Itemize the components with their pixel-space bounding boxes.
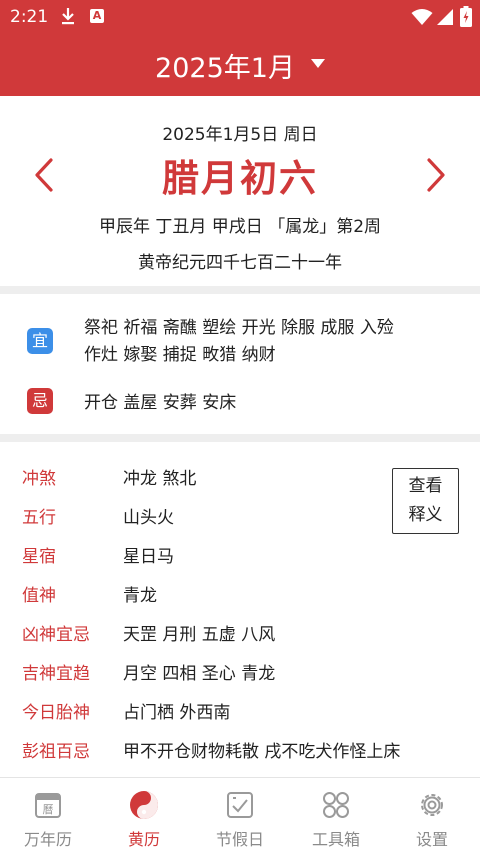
section-divider [0, 286, 480, 294]
nav-label: 工具箱 [311, 830, 360, 849]
signal-icon [437, 9, 453, 25]
yin-yang-icon [130, 791, 158, 819]
lunar-date: 腊月初六 [162, 157, 318, 200]
detail-value: 冲龙 煞北 [123, 469, 197, 489]
holiday-check-icon [227, 792, 253, 818]
detail-value: 月空 四相 圣心 青龙 [123, 664, 276, 684]
detail-value: 星日马 [123, 547, 174, 567]
toolbox-grid-icon [323, 792, 349, 818]
ji-activities: 开仓 盖屋 安葬 安床 [84, 393, 237, 413]
nav-label: 黄历 [127, 830, 160, 849]
detail-value: 占门栖 外西南 [123, 703, 231, 723]
wifi-icon [411, 9, 433, 25]
detail-row-pengzu: 彭祖百忌 甲不开仓财物耗散 戌不吃犬作怪上床 [0, 727, 480, 765]
detail-key: 吉神宜趋 [22, 664, 90, 684]
battery-icon [460, 6, 472, 27]
bottom-nav: 曆 万年历 黄历 节假日 工具箱 设置 [0, 777, 480, 853]
detail-row-zhishen: 值神 青龙 [0, 571, 480, 609]
app-header: 2:21 A 2025年1月 [0, 0, 480, 96]
nav-item-huangli[interactable]: 黄历 [96, 778, 192, 853]
month-selector[interactable]: 2025年1月 [0, 46, 480, 85]
month-title-label: 2025年1月 [155, 53, 295, 84]
solar-date: 2025年1月5日 周日 [162, 125, 318, 145]
detail-row-xingxiu: 星宿 星日马 [0, 532, 480, 570]
nav-item-wannianli[interactable]: 曆 万年历 [0, 778, 96, 853]
status-time: 2:21 [10, 7, 49, 27]
detail-key: 彭祖百忌 [22, 742, 90, 762]
detail-row-xiongshen: 凶神宜忌 天罡 月刑 五虚 八风 [0, 610, 480, 648]
nav-label: 设置 [415, 830, 448, 849]
detail-value: 甲不开仓财物耗散 戌不吃犬作怪上床 [123, 742, 401, 762]
ji-badge: 忌 [27, 388, 53, 414]
nav-label: 节假日 [215, 830, 264, 849]
huangdi-era: 黄帝纪元四千七百二十一年 [138, 253, 342, 273]
yi-ji-section: 宜 祭祀 祈福 斋醮 塑绘 开光 除服 成服 入殓 作灶 嫁娶 捕捉 畋猎 纳财… [0, 294, 480, 434]
next-day-arrow-icon[interactable] [426, 158, 446, 192]
view-explanation-button[interactable]: 查看 释义 [392, 468, 459, 534]
detail-key: 星宿 [22, 547, 56, 567]
dropdown-caret-icon [310, 59, 325, 68]
detail-value: 天罡 月刑 五虚 八风 [123, 625, 276, 645]
detail-row-taishen: 今日胎神 占门栖 外西南 [0, 688, 480, 726]
date-header: 2025年1月5日 周日 腊月初六 甲辰年 丁丑月 甲戌日 「属龙」第2周 黄帝… [0, 96, 480, 286]
nav-item-toolbox[interactable]: 工具箱 [288, 778, 384, 853]
download-icon [62, 8, 74, 25]
explain-button-line2: 释义 [408, 505, 443, 525]
explain-button-line1: 查看 [408, 476, 443, 496]
ganzhi-info: 甲辰年 丁丑月 甲戌日 「属龙」第2周 [98, 217, 382, 237]
a-app-icon: A [90, 9, 104, 23]
detail-value: 青龙 [123, 586, 157, 606]
detail-key: 五行 [22, 508, 56, 528]
nav-item-settings[interactable]: 设置 [384, 778, 480, 853]
detail-row-jishen: 吉神宜趋 月空 四相 圣心 青龙 [0, 649, 480, 687]
section-divider [0, 434, 480, 442]
almanac-details: 冲煞 冲龙 煞北 五行 山头火 星宿 星日马 值神 青龙 凶神宜忌 天罡 月刑 … [0, 442, 480, 777]
yi-badge: 宜 [27, 328, 53, 354]
svg-text:曆: 曆 [43, 803, 54, 816]
detail-key: 今日胎神 [22, 703, 90, 723]
nav-label: 万年历 [23, 830, 72, 849]
detail-value: 山头火 [123, 508, 174, 528]
detail-key: 冲煞 [22, 469, 56, 489]
calendar-icon: 曆 [35, 793, 61, 818]
status-bar: 2:21 A [0, 0, 480, 34]
nav-item-holidays[interactable]: 节假日 [192, 778, 288, 853]
detail-key: 凶神宜忌 [22, 625, 90, 645]
detail-key: 值神 [22, 586, 56, 606]
settings-gear-icon [421, 794, 443, 816]
yi-activities: 祭祀 祈福 斋醮 塑绘 开光 除服 成服 入殓 作灶 嫁娶 捕捉 畋猎 纳财 [84, 318, 394, 365]
